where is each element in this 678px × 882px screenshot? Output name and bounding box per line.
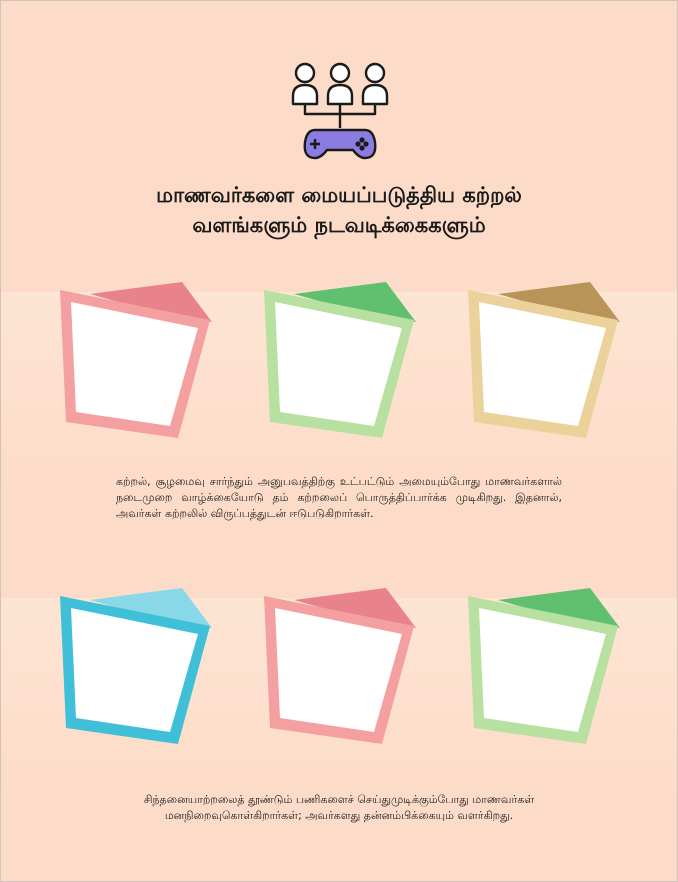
- photo-frame-card: [60, 588, 212, 744]
- title-line-1: மாணவர்களை மையப்படுத்திய கற்றல்: [156, 183, 522, 207]
- photo-frame-card: [468, 588, 620, 744]
- page-title: மாணவர்களை மையப்படுத்திய கற்றல் வளங்களும்…: [60, 180, 618, 240]
- title-line-2: வளங்களும் நடவடிக்கைகளும்: [192, 213, 486, 237]
- photo-frame-card: [60, 282, 212, 438]
- photo-frame-card: [264, 282, 416, 438]
- people-game-controller-icon: [291, 62, 389, 160]
- paragraph-2: சிந்தனையாற்றலைத் தூண்டும் பணிகளைச் செய்த…: [143, 793, 535, 822]
- photo-frame-card: [264, 588, 416, 744]
- photo-frame-card: [468, 282, 620, 438]
- paragraph-1: கற்றல், சூழமைவு சார்ந்தும் அனுபவத்திற்கு…: [116, 475, 562, 520]
